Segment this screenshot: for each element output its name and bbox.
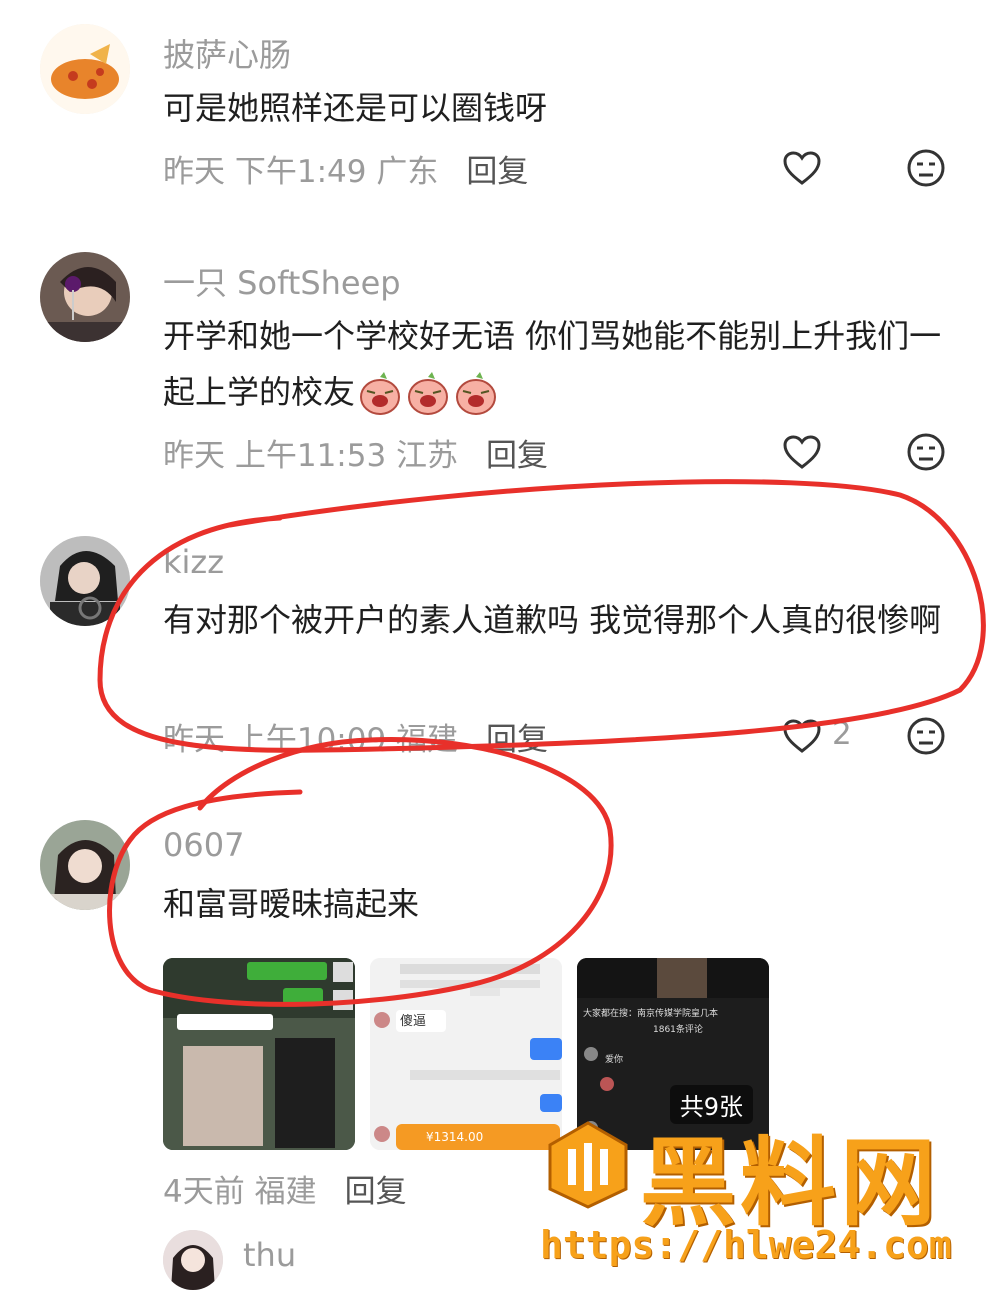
crying-face-emoji-icon bbox=[405, 371, 451, 417]
comment-body: 开学和她一个学校好无语 你们骂她能不能别上升我们一起上学的校友 bbox=[163, 317, 942, 411]
reply-button[interactable]: 回复 bbox=[486, 722, 548, 758]
heart-icon bbox=[783, 435, 821, 469]
thumb-comment-line: 爱你 bbox=[605, 1055, 624, 1065]
comment-text: 可是她照样还是可以圈钱呀 bbox=[163, 89, 548, 127]
username[interactable]: 一只 SoftSheep bbox=[163, 258, 401, 304]
avatar[interactable] bbox=[40, 536, 130, 626]
meh-face-icon bbox=[907, 149, 945, 187]
comment-image-thumbnail[interactable] bbox=[163, 958, 355, 1150]
like-button[interactable] bbox=[782, 150, 822, 186]
comment-time-location: 昨天 下午1:49 广东 bbox=[163, 154, 439, 190]
comment-meta: 昨天 上午10:09 福建 回复 bbox=[163, 714, 548, 759]
thumb-chat-text: 傻逼 bbox=[400, 1014, 427, 1029]
comment-meta: 4天前 福建 回复 bbox=[163, 1166, 407, 1211]
username[interactable]: 0607 bbox=[163, 826, 244, 864]
comment-time-location: 昨天 上午10:09 福建 bbox=[163, 722, 459, 758]
watermark-url: https://hlwe24.com bbox=[540, 1223, 952, 1267]
avatar[interactable] bbox=[40, 820, 130, 910]
dislike-button[interactable] bbox=[906, 716, 946, 756]
comment-image-thumbnail[interactable]: 傻逼 ¥1314.00 bbox=[370, 958, 562, 1150]
heart-icon bbox=[783, 151, 821, 185]
dislike-button[interactable] bbox=[906, 148, 946, 188]
meh-face-icon bbox=[907, 433, 945, 471]
like-button[interactable] bbox=[782, 718, 822, 754]
comment-meta: 昨天 下午1:49 广东 回复 bbox=[163, 146, 528, 191]
username[interactable]: 披萨心肠 bbox=[163, 30, 291, 76]
comment-time-location: 昨天 上午11:53 江苏 bbox=[163, 438, 459, 474]
image-count-badge: 共9张 bbox=[669, 1085, 753, 1124]
avatar[interactable] bbox=[40, 252, 130, 342]
comment-text: 有对那个被开户的素人道歉吗 我觉得那个人真的很惨啊 bbox=[163, 601, 942, 639]
username[interactable]: thu bbox=[243, 1236, 296, 1274]
comment-text: 和富哥暧昧搞起来 bbox=[163, 885, 420, 923]
reply-button[interactable]: 回复 bbox=[345, 1174, 407, 1210]
reply-button[interactable]: 回复 bbox=[486, 438, 548, 474]
crying-face-emoji-icon bbox=[453, 371, 499, 417]
reply-button[interactable]: 回复 bbox=[466, 154, 528, 190]
thumb-search-header: 大家都在搜：南京传媒学院皇几本 bbox=[583, 1009, 719, 1019]
avatar[interactable] bbox=[163, 1230, 223, 1290]
comment-meta: 昨天 上午11:53 江苏 回复 bbox=[163, 430, 548, 475]
like-count: 2 bbox=[832, 716, 852, 752]
thumb-comment-count: 1861条评论 bbox=[653, 1025, 703, 1035]
comment-image-thumbnail[interactable]: 大家都在搜：南京传媒学院皇几本 1861条评论 爱你 共9张 bbox=[577, 958, 769, 1150]
comment-time-location: 4天前 福建 bbox=[163, 1174, 317, 1210]
meh-face-icon bbox=[907, 717, 945, 755]
crying-face-emoji-icon bbox=[357, 371, 403, 417]
username[interactable]: kizz bbox=[163, 543, 224, 581]
comment-text: 开学和她一个学校好无语 你们骂她能不能别上升我们一起上学的校友 bbox=[163, 308, 953, 420]
dislike-button[interactable] bbox=[906, 432, 946, 472]
heart-icon bbox=[783, 719, 821, 753]
thumb-amount: ¥1314.00 bbox=[426, 1130, 484, 1144]
avatar[interactable] bbox=[40, 24, 130, 114]
like-button[interactable] bbox=[782, 434, 822, 470]
